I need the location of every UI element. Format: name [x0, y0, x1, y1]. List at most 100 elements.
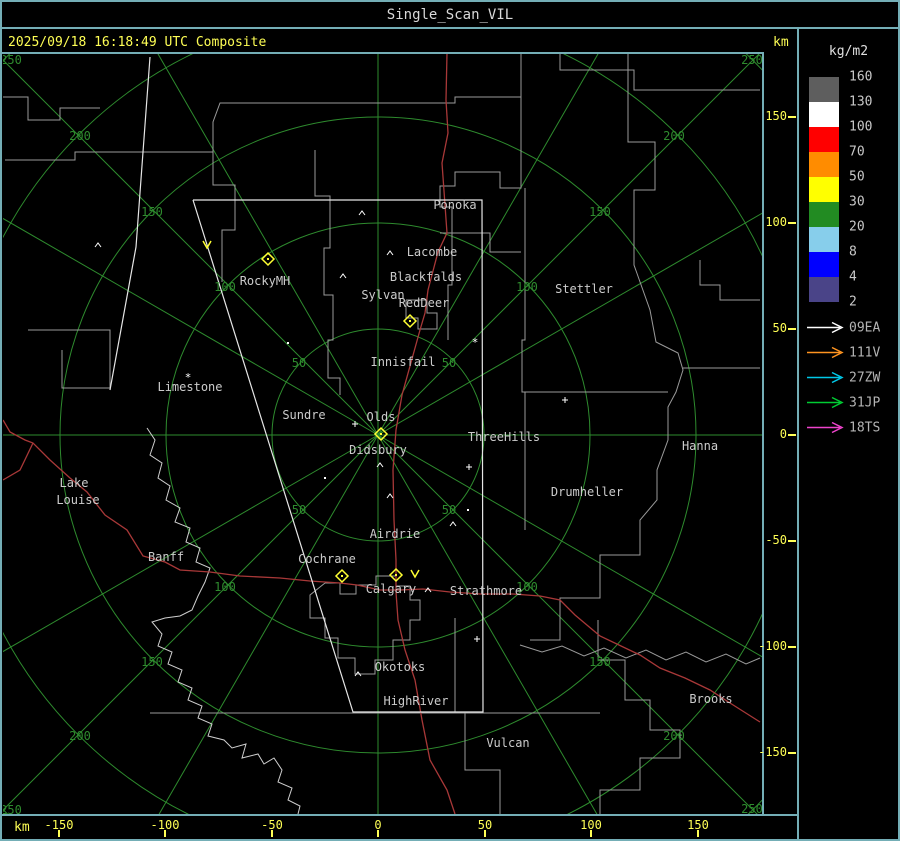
- city-label: Calgary: [366, 582, 417, 596]
- city-label: Strathmore: [450, 584, 522, 598]
- plus-marker-icon: [562, 397, 568, 403]
- city-label: Louise: [56, 493, 99, 507]
- radar-site-icon: [409, 320, 411, 322]
- scale-value-label: 2: [849, 294, 857, 310]
- x-axis-tick-mark: [590, 830, 592, 837]
- range-ring-label: 100: [516, 280, 538, 294]
- y-axis-tick-label: 100: [765, 215, 787, 229]
- city-label: Vulcan: [486, 736, 529, 750]
- county-boundary: [464, 713, 501, 814]
- city-label: Lake: [60, 476, 89, 490]
- range-ring-label: 150: [141, 655, 163, 669]
- x-axis-tick-mark: [697, 830, 699, 837]
- city-label: RockyMH: [240, 274, 291, 288]
- y-axis-tick-mark: [788, 434, 796, 436]
- city-label: Banff: [148, 550, 184, 564]
- y-axis-tick-mark: [788, 116, 796, 118]
- radar-site-icon: [380, 433, 382, 435]
- plus-marker-icon: [474, 636, 480, 642]
- y-axis-tick-label: -150: [758, 745, 787, 759]
- county-boundary: [597, 620, 681, 814]
- dot-marker-icon: [324, 477, 326, 479]
- scale-value-label: 100: [849, 119, 873, 135]
- y-axis-tick-label: -100: [758, 639, 787, 653]
- range-ring-label: 200: [69, 129, 91, 143]
- x-axis-tick-mark: [58, 830, 60, 837]
- plus-marker-icon: [466, 464, 472, 470]
- scale-value-label: 160: [849, 69, 873, 85]
- peak-marker-icon: [358, 210, 366, 216]
- radar-id-label: 09EA: [849, 320, 881, 336]
- peak-marker-icon: [339, 273, 347, 279]
- border-line: [797, 27, 799, 841]
- city-label: Stettler: [555, 282, 613, 296]
- radar-arrow-icon: [806, 369, 846, 388]
- radar-map[interactable]: 50 5050 50100 100100 100150 150150 150200 20020…: [0, 0, 900, 841]
- city-label: Airdrie: [370, 527, 421, 541]
- border-line: [0, 814, 799, 816]
- peak-marker-icon: [386, 493, 394, 499]
- city-label: Didsbury: [349, 443, 407, 457]
- y-axis-tick-mark: [788, 646, 796, 648]
- range-ring-label: 50: [442, 356, 456, 370]
- city-label: Limestone: [157, 380, 222, 394]
- city-label: ThreeHills: [468, 430, 540, 444]
- range-ring-label: 250: [3, 803, 22, 814]
- city-label: Olds: [367, 410, 396, 424]
- title-bar: Single_Scan_VIL: [0, 2, 900, 27]
- azimuth-ray: [377, 434, 855, 711]
- radar-id-label: 27ZW: [849, 370, 881, 386]
- y-axis-tick-label: 0: [779, 427, 787, 441]
- city-label: Brooks: [689, 692, 732, 706]
- plus-marker-icon: [352, 421, 358, 427]
- y-axis-tick-mark: [788, 222, 796, 224]
- y-axis-tick-label: 50: [772, 321, 787, 335]
- scale-value-label: 30: [849, 194, 865, 210]
- radar-id-label: 111V: [849, 345, 881, 361]
- radar-app-window: Single_Scan_VIL 2025/09/18 16:18:49 UTC …: [0, 0, 900, 841]
- range-ring-label: 250: [741, 802, 762, 814]
- chevron-down-marker-icon: [410, 569, 420, 579]
- radar-arrow-icon: [806, 419, 846, 438]
- scale-swatch: [809, 227, 839, 252]
- border-line: [762, 52, 764, 816]
- x-axis-tick-mark: [377, 830, 379, 837]
- border-line: [0, 27, 900, 29]
- window-title: Single_Scan_VIL: [386, 6, 514, 23]
- border-line: [0, 0, 2, 841]
- radar-id-label: 31JP: [849, 395, 881, 411]
- city-label: Innisfail: [370, 355, 435, 369]
- radar-site-icon: [267, 258, 269, 260]
- radar-coverage-outline: [109, 56, 151, 391]
- city-label: Okotoks: [375, 660, 426, 674]
- right-axis-unit-label: km: [773, 35, 789, 50]
- scale-swatch: [809, 77, 839, 102]
- x-axis-tick-mark: [484, 830, 486, 837]
- city-label: Cochrane: [298, 552, 356, 566]
- highway-line: [2, 442, 34, 481]
- scale-swatch: [809, 252, 839, 277]
- x-axis-tick-mark: [271, 830, 273, 837]
- bottom-axis-unit-label: km: [14, 820, 30, 835]
- range-ring-label: 50: [292, 503, 306, 517]
- range-ring-label: 100: [214, 280, 236, 294]
- scale-swatch: [809, 277, 839, 302]
- scale-value-label: 70: [849, 144, 865, 160]
- scale-value-label: 50: [849, 169, 865, 185]
- peak-marker-icon: [386, 250, 394, 256]
- scale-swatch: [809, 202, 839, 227]
- county-boundary: [699, 260, 760, 301]
- range-ring-label: 200: [69, 729, 91, 743]
- radar-arrow-icon: [806, 319, 846, 338]
- azimuth-ray: [143, 434, 379, 841]
- range-ring-label: 50: [442, 503, 456, 517]
- radar-site-icon: [341, 575, 343, 577]
- peak-marker-icon: [449, 521, 457, 527]
- scale-swatch: [809, 127, 839, 152]
- county-boundary: [530, 53, 684, 641]
- range-ring-label: 150: [141, 205, 163, 219]
- county-boundary: [212, 152, 236, 282]
- dot-marker-icon: [287, 342, 289, 344]
- range-ring-label: 100: [214, 580, 236, 594]
- radar-site-icon: [395, 574, 397, 576]
